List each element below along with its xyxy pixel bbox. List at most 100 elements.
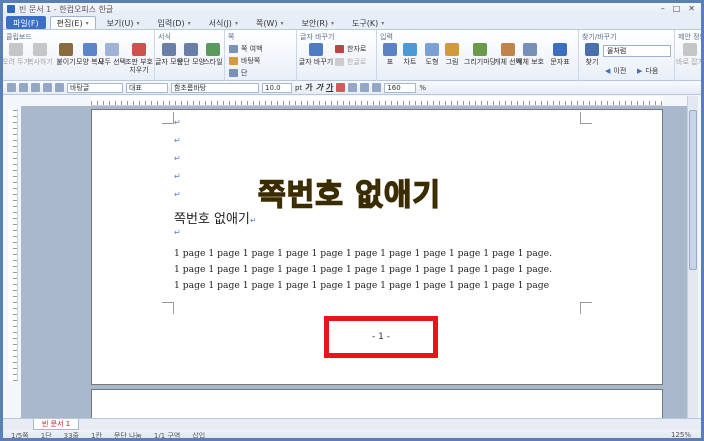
align-center-icon[interactable] [360,83,370,92]
chevron-down-icon: ▾ [331,19,335,27]
tab-file[interactable]: 파일(F) [6,16,46,29]
table-button[interactable]: 표 [379,43,401,66]
maximize-button[interactable]: □ [673,4,681,14]
status-sect: 1/1 구역 [153,431,181,440]
columns-button[interactable]: 단 [229,68,247,78]
group-title: 찾기/바꾸기 [582,33,617,41]
page-number-highlight: - 1 - [324,316,438,358]
open-icon[interactable] [19,83,28,92]
find-input[interactable]: 올처럼 [603,45,671,57]
tab-insert[interactable]: 입력(D) ▾ [150,16,197,29]
page-border-button[interactable]: 바탕쪽 [229,56,260,66]
vertical-scrollbar[interactable] [687,96,698,418]
chart-button[interactable]: 차트 [399,43,421,66]
undo-icon[interactable] [55,83,64,92]
status-bar: 1/5쪽 1단 33줄 1칸 문단 나눔 1/1 구역 삽입 125% [3,430,701,440]
group-input: 입력 표 차트 도형 그림 그리기마당 개체 선택 개체 보호 문자표 [377,30,579,81]
symbol-button[interactable]: 문자표 [549,43,571,66]
tab-document-1[interactable]: 빈 문서 1 [33,419,80,430]
columns-icon [229,69,238,77]
text-line[interactable]: 1 page 1 page 1 page 1 page 1 page 1 pag… [174,280,549,291]
align-left-icon[interactable] [348,83,358,92]
group-title: 클립보드 [6,33,32,41]
tab-page[interactable]: 쪽(W) ▾ [249,16,291,29]
para-shape-button[interactable]: 문단 모양 [177,43,205,66]
page-border-icon [229,57,238,65]
select-all-icon [105,43,119,56]
status-mode[interactable]: 삽입 [192,431,205,439]
arrow-right-icon: ▶ [637,67,643,75]
lang-select[interactable]: 대표 [126,82,168,93]
para-mark: ↵ [174,172,181,181]
tab-view[interactable]: 보기(U) ▾ [100,16,147,29]
status-zoom[interactable]: 125% [671,430,691,438]
new-doc-icon[interactable] [7,83,16,92]
tab-tools[interactable]: 도구(K) ▾ [345,16,391,29]
binoculars-icon [585,43,599,56]
close-button[interactable]: ✕ [688,4,695,14]
copy-button[interactable]: 복사하기 [27,43,53,66]
brush-icon [83,43,97,56]
horizontal-ruler[interactable] [91,96,663,106]
text-line[interactable]: 1 page 1 page 1 page 1 page 1 page 1 pag… [174,264,552,275]
group-format: 서식 글자 모양 문단 모양 스타일 [155,30,225,81]
zoom-unit: % [419,83,426,92]
zoom-select[interactable]: 160 [384,82,417,93]
tab-edit[interactable]: 편집(E) ▾ [49,16,96,29]
shape-button[interactable]: 도형 [421,43,443,66]
chevron-down-icon: ▾ [187,19,191,27]
italic-button[interactable]: 가 [316,82,323,93]
bold-button[interactable]: 가 [305,82,312,93]
page-number[interactable]: - 1 - [372,332,390,342]
drawing-button[interactable]: 그리기마당 [464,43,496,66]
text-line[interactable]: 1 page 1 page 1 page 1 page 1 page 1 pag… [174,248,552,259]
cut-button[interactable]: 오려 두기 [3,43,30,66]
proposal-button[interactable]: 바로 잡기 [676,43,701,66]
vertical-ruler[interactable] [8,109,18,381]
hangul-button[interactable]: 한글로 [335,57,366,67]
scrollbar-thumb[interactable] [689,110,697,270]
document-tabs: 빈 문서 1 [3,418,701,430]
tab-security[interactable]: 보안(R) ▾ [294,16,341,29]
status-page: 1/5쪽 [11,431,29,440]
table-icon [383,43,397,56]
picture-icon [445,43,459,56]
chevron-down-icon: ▾ [136,19,140,27]
char-change-icon [309,43,323,56]
find-button[interactable]: 찾기 [581,43,603,66]
font-color-icon[interactable] [336,83,346,92]
paste-button[interactable]: 붙이기 [55,43,77,66]
para-mark: ↵ [174,154,181,163]
style-select[interactable]: 바탕글 [67,82,123,93]
menu-tabs: 파일(F) 편집(E) ▾ 보기(U) ▾ 입력(D) ▾ 서식(J) ▾ 쪽(W) ▾ … [3,15,701,30]
align-right-icon[interactable] [372,83,382,92]
tab-format[interactable]: 서식(J) ▾ [202,16,245,29]
body-heading[interactable]: 쪽번호 없애기↵ [174,208,257,227]
app-logo-icon [7,5,15,13]
para-mark: ↵ [174,136,181,145]
save-icon[interactable] [31,83,40,92]
clear-marks-button[interactable]: 조판 부호 지우기 [125,43,153,74]
minimize-button[interactable]: – [661,4,665,14]
hangul-icon [335,58,344,66]
prev-button[interactable]: ◀ 이전 [605,66,626,76]
font-select[interactable]: 함초롬바탕 [171,82,259,93]
status-line: 33줄 [63,431,79,440]
hanja-icon [335,45,344,53]
char-change-button[interactable]: 글자 바꾸기 [299,43,333,66]
page-margin-button[interactable]: 쪽 여백 [229,44,263,54]
title-bar: 빈 문서 1 - 한컴오피스 한글 – □ ✕ [3,3,701,15]
hanja-button[interactable]: 한자로 [335,44,366,54]
chevron-down-icon: ▾ [280,19,284,27]
style-button[interactable]: 스타일 [202,43,224,66]
symbol-icon [553,43,567,56]
picture-button[interactable]: 그림 [441,43,463,66]
print-icon[interactable] [43,83,52,92]
document-page[interactable]: ↵ ↵ ↵ ↵ ↵ 쪽번호 없애기↵ ↵ 1 page 1 page 1 pag… [91,109,663,385]
select-all-button[interactable]: 모두 선택 [98,43,126,66]
font-size-input[interactable]: 10.0 [262,82,292,93]
next-button[interactable]: ▶ 다음 [637,66,658,76]
underline-button[interactable]: 가 [326,82,333,93]
object-protect-button[interactable]: 개체 보호 [516,43,544,66]
shape-icon [425,43,439,56]
